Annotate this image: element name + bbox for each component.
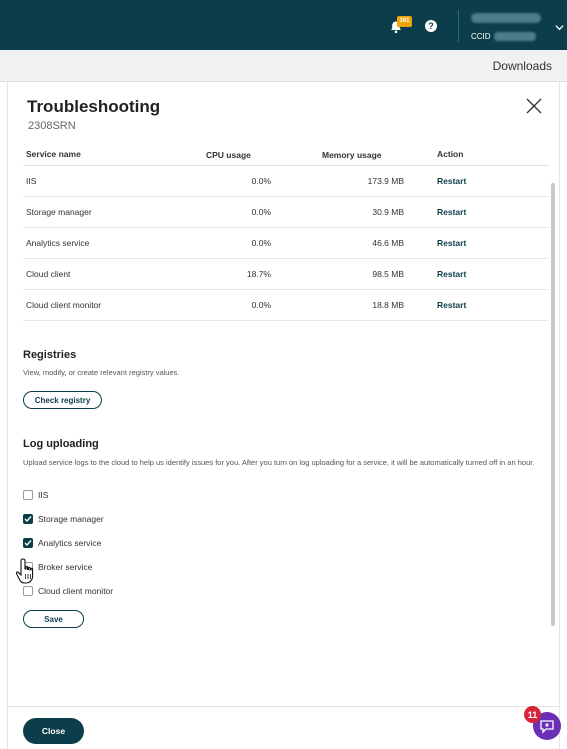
checkbox[interactable] <box>23 490 33 500</box>
restart-button[interactable]: Restart <box>437 238 466 248</box>
close-icon[interactable] <box>525 97 543 115</box>
log-checkbox-analytics-service[interactable]: Analytics service <box>23 537 101 549</box>
close-button[interactable]: Close <box>23 718 84 744</box>
hand-cursor-icon <box>15 558 34 584</box>
checkbox[interactable] <box>23 538 33 548</box>
divider <box>458 10 459 42</box>
restart-button[interactable]: Restart <box>437 300 466 310</box>
account-name-redacted <box>471 13 541 23</box>
panel-subtitle: 2308SRN <box>28 120 76 132</box>
checkbox-label: Analytics service <box>38 538 102 548</box>
checkbox-label: Storage manager <box>38 514 104 524</box>
registries-description: View, modify, or create relevant registr… <box>23 368 180 377</box>
cpu-usage: 0.0% <box>251 300 271 310</box>
checkmark-icon <box>24 516 32 523</box>
memory-usage: 46.6 MB <box>372 238 404 248</box>
account-ccid-label: CCID <box>471 32 491 41</box>
help-icon[interactable]: ? <box>425 20 437 32</box>
column-header-action: Action <box>437 148 464 159</box>
restart-button[interactable]: Restart <box>437 176 466 186</box>
table-row: Storage manager 0.0% 30.9 MB Restart <box>23 197 549 228</box>
column-header-memory: Memory usage <box>322 150 382 160</box>
save-button[interactable]: Save <box>23 610 84 628</box>
table-header: Service name CPU usage Memory usage Acti… <box>23 142 549 166</box>
log-uploading-description: Upload service logs to the cloud to help… <box>23 458 535 467</box>
column-header-cpu: CPU usage <box>206 150 251 160</box>
checkbox-label: Cloud client monitor <box>38 586 114 596</box>
memory-usage: 30.9 MB <box>372 207 404 217</box>
top-bar: 161 ? CCID <box>0 0 567 50</box>
checkbox-label: IIS <box>38 490 49 500</box>
scrollbar[interactable] <box>551 183 555 626</box>
check-registry-button[interactable]: Check registry <box>23 391 102 409</box>
table-row: Cloud client monitor 0.0% 18.8 MB Restar… <box>23 290 549 321</box>
restart-button[interactable]: Restart <box>437 269 466 279</box>
account-ccid-redacted <box>494 32 536 41</box>
chat-help-icon <box>540 720 554 734</box>
table-row: Analytics service 0.0% 46.6 MB Restart <box>23 228 549 259</box>
log-uploading-title: Log uploading <box>23 438 99 450</box>
log-checkbox-iis[interactable]: IIS <box>23 489 48 501</box>
sub-bar: Downloads <box>0 50 567 82</box>
service-name: IIS <box>26 176 37 186</box>
chevron-down-icon[interactable] <box>555 23 564 32</box>
checkbox[interactable] <box>23 514 33 524</box>
table-row: Cloud client 18.7% 98.5 MB Restart <box>23 259 549 290</box>
checkmark-icon <box>24 540 32 547</box>
service-name: Analytics service <box>26 238 90 248</box>
cpu-usage: 0.0% <box>251 176 271 186</box>
account-menu[interactable]: CCID <box>466 8 551 44</box>
checkbox-label: Broker service <box>38 562 93 572</box>
column-header-service-name: Service name <box>26 148 81 159</box>
registries-title: Registries <box>23 349 77 361</box>
log-checkbox-cloud-client-monitor[interactable]: Cloud client monitor <box>23 585 113 597</box>
service-name: Cloud client monitor <box>26 300 102 310</box>
memory-usage: 98.5 MB <box>372 269 404 279</box>
table-row: IIS 0.0% 173.9 MB Restart <box>23 166 549 197</box>
service-name: Cloud client <box>26 269 71 279</box>
memory-usage: 18.8 MB <box>372 300 404 310</box>
downloads-link[interactable]: Downloads <box>493 59 552 73</box>
log-checkbox-storage-manager[interactable]: Storage manager <box>23 513 104 525</box>
notification-badge: 161 <box>397 16 412 27</box>
service-name: Storage manager <box>26 207 92 217</box>
footer-divider <box>7 706 560 707</box>
cpu-usage: 18.7% <box>246 269 271 279</box>
help-count-badge: 11 <box>524 706 541 723</box>
checkbox[interactable] <box>23 586 33 596</box>
restart-button[interactable]: Restart <box>437 207 466 217</box>
cpu-usage: 0.0% <box>251 207 271 217</box>
cpu-usage: 0.0% <box>251 238 271 248</box>
panel-title: Troubleshooting <box>27 97 161 116</box>
memory-usage: 173.9 MB <box>367 176 404 186</box>
services-table: Service name CPU usage Memory usage Acti… <box>23 142 549 321</box>
